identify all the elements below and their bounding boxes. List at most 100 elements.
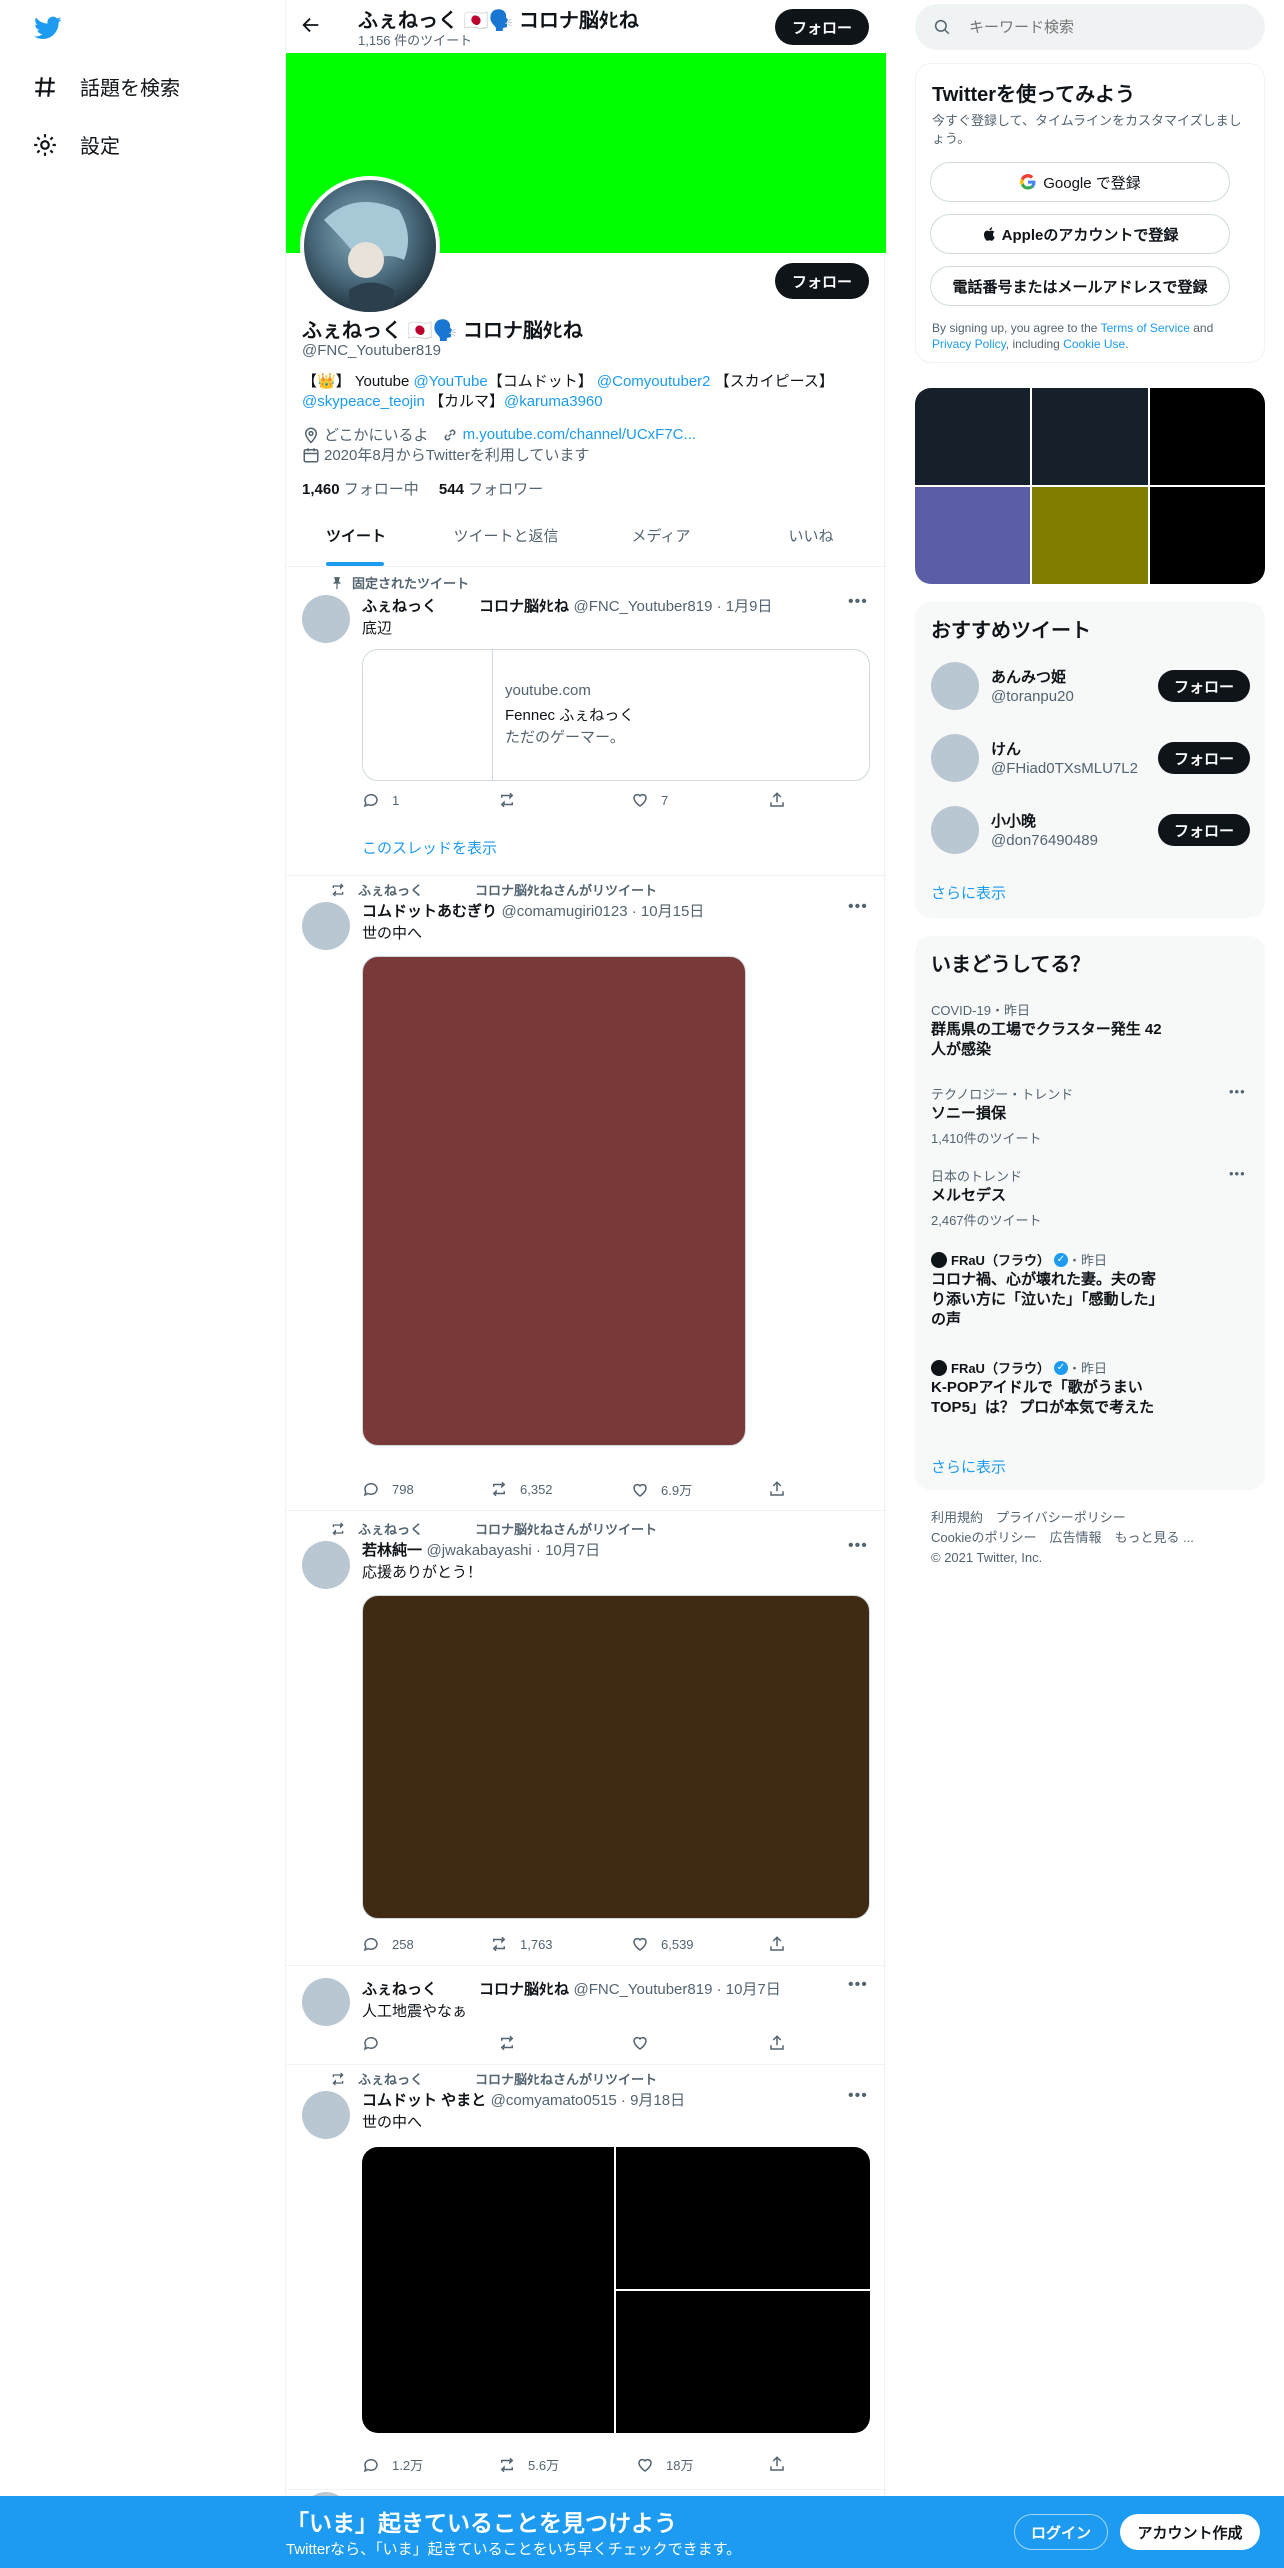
login-button[interactable]: ログイン <box>1014 2514 1108 2550</box>
tweet-retweet-3[interactable]: ふぇねっく コロナ脳ﾀﾋねさんがリツイート コムドット やまと @comyama… <box>286 2065 886 2489</box>
share-button[interactable] <box>768 1935 798 1953</box>
share-button[interactable] <box>768 1480 798 1498</box>
like-button[interactable]: 18万 <box>636 2455 693 2474</box>
like-button[interactable]: 7 <box>631 791 668 809</box>
tweet-author-name[interactable]: ふぇねっく <box>362 1981 437 1998</box>
avatar[interactable] <box>931 806 979 854</box>
bio-mention-youtube[interactable]: @YouTube <box>414 373 488 390</box>
avatar[interactable] <box>931 734 979 782</box>
recommended-user-name[interactable]: けん <box>991 738 1021 759</box>
more-icon[interactable]: ••• <box>848 898 868 916</box>
recommended-follow-button[interactable]: フォロー <box>1158 670 1250 702</box>
like-button[interactable]: 6,539 <box>631 1935 694 1953</box>
media-thumbnail[interactable] <box>1150 487 1265 584</box>
share-button[interactable] <box>768 2034 798 2052</box>
avatar[interactable] <box>931 662 979 710</box>
tweet-author-name[interactable]: ふぇねっく <box>362 598 437 615</box>
tweet-image[interactable] <box>616 2291 870 2433</box>
profile-avatar[interactable] <box>300 176 440 316</box>
more-icon[interactable]: ••• <box>848 1537 868 1555</box>
tweet-retweet-1[interactable]: ふぇねっく コロナ脳ﾀﾋねさんがリツイート コムドットあむぎり @comamug… <box>286 876 886 1510</box>
like-button[interactable]: 6.9万 <box>631 1480 692 1499</box>
reply-button[interactable]: 1.2万 <box>362 2455 423 2474</box>
retweet-button[interactable]: 1,763 <box>490 1935 553 1953</box>
apple-signup-button[interactable]: Appleのアカウントで登録 <box>930 214 1230 254</box>
tweet-image[interactable] <box>362 956 746 1446</box>
tab-replies[interactable]: ツイートと返信 <box>426 504 586 566</box>
following-link[interactable]: 1,460 フォロー中 <box>302 481 419 498</box>
news-item[interactable]: FRaU（フラウ） ✓ ・昨日 コロナ禍、心が壊れた妻。夫の寄り添い方に「泣いた… <box>915 1242 1265 1342</box>
retweet-button[interactable]: 6,352 <box>490 1480 553 1498</box>
tab-tweets[interactable]: ツイート <box>286 504 426 566</box>
share-button[interactable] <box>768 2455 798 2473</box>
media-thumbnail[interactable] <box>1032 487 1148 584</box>
tweet-own[interactable]: ふぇねっく コロナ脳ﾀﾋね @FNC_Youtuber819 · 10月7日 ••… <box>286 1966 886 2064</box>
avatar[interactable] <box>302 595 350 643</box>
more-icon[interactable]: ••• <box>848 1976 868 1994</box>
tweet-author-name[interactable]: 若林純一 <box>362 1542 422 1559</box>
trend-item[interactable]: 日本のトレンド メルセデス 2,467件のツイート ••• <box>915 1158 1265 1238</box>
nav-settings[interactable]: 設定 <box>32 130 120 159</box>
tweet-image[interactable] <box>362 1595 870 1919</box>
avatar[interactable] <box>302 1541 350 1589</box>
recommended-follow-button[interactable]: フォロー <box>1158 814 1250 846</box>
more-icon[interactable]: ••• <box>848 2087 868 2105</box>
footer-links[interactable]: Cookieのポリシー 広告情報 もっと見る ... <box>931 1528 1261 1548</box>
phone-email-signup-button[interactable]: 電話番号またはメールアドレスで登録 <box>930 266 1230 306</box>
bio-mention-skypeace[interactable]: @skypeace_teojin <box>302 393 425 410</box>
avatar[interactable] <box>302 2091 350 2139</box>
media-thumbnail[interactable] <box>1150 388 1265 485</box>
nav-explore[interactable]: 話題を検索 <box>32 72 180 101</box>
recommended-user-name[interactable]: 小小晚 <box>991 810 1036 831</box>
tweet-image[interactable] <box>616 2147 870 2289</box>
footer-links[interactable]: 利用規約 プライバシーポリシー <box>931 1508 1261 1528</box>
bio-mention-karuma[interactable]: @karuma3960 <box>504 393 603 410</box>
reply-button[interactable]: 258 <box>362 1935 414 1953</box>
retweet-button[interactable] <box>498 2034 528 2052</box>
avatar[interactable] <box>302 1978 350 2026</box>
media-thumbnail[interactable] <box>915 388 1030 485</box>
back-arrow-icon[interactable] <box>300 14 324 38</box>
media-thumbnail[interactable] <box>1032 388 1148 485</box>
recommended-follow-button[interactable]: フォロー <box>1158 742 1250 774</box>
like-button[interactable] <box>631 2034 661 2052</box>
more-icon[interactable]: ••• <box>1229 1084 1246 1099</box>
recommended-show-more[interactable]: さらに表示 <box>931 882 1006 903</box>
more-icon[interactable]: ••• <box>848 593 868 611</box>
tweet-author-name[interactable]: コムドットあむぎり <box>362 903 497 920</box>
reply-button[interactable] <box>362 2034 392 2052</box>
tweet-pinned[interactable]: 固定されたツイート ふぇねっく コロナ脳ﾀﾋね @FNC_Youtuber819 … <box>286 567 886 875</box>
bio-mention-comyoutuber[interactable]: @Comyoutuber2 <box>597 373 711 390</box>
privacy-link[interactable]: Privacy Policy <box>932 337 1006 351</box>
trends-show-more[interactable]: さらに表示 <box>931 1456 1006 1477</box>
tweet-author-name[interactable]: コムドット やまと <box>362 2092 486 2109</box>
tab-media[interactable]: メディア <box>586 504 736 566</box>
recommended-user-name[interactable]: あんみつ姫 <box>991 666 1066 687</box>
profile-url-link[interactable]: m.youtube.com/channel/UCxF7C... <box>463 426 696 443</box>
tweet-retweet-2[interactable]: ふぇねっく コロナ脳ﾀﾋねさんがリツイート 若林純一 @jwakabayashi… <box>286 1511 886 1965</box>
search-input[interactable] <box>969 18 1229 36</box>
profile-follow-button[interactable]: フォロー <box>775 263 869 299</box>
terms-link[interactable]: Terms of Service <box>1101 321 1190 335</box>
trend-item[interactable]: COVID-19・昨日 群馬県の工場でクラスター発生 42人が感染 <box>915 992 1265 1080</box>
link-card[interactable]: youtube.com Fennec ふぇねっく ただのゲーマー。 <box>362 649 870 781</box>
cookie-link[interactable]: Cookie Use <box>1063 337 1125 351</box>
signup-button[interactable]: アカウント作成 <box>1120 2514 1260 2550</box>
show-thread-link[interactable]: このスレッドを表示 <box>362 837 497 858</box>
twitter-logo-icon[interactable] <box>32 14 64 47</box>
share-button[interactable] <box>768 791 798 809</box>
reply-button[interactable]: 798 <box>362 1480 414 1498</box>
news-item[interactable]: FRaU（フラウ） ✓ ・昨日 K-POPアイドルで「歌がうまいTOP5」は？ … <box>915 1350 1265 1430</box>
tab-likes[interactable]: いいね <box>736 504 886 566</box>
more-icon[interactable]: ••• <box>1229 1166 1246 1181</box>
media-thumbnail[interactable] <box>915 487 1030 584</box>
reply-button[interactable]: 1 <box>362 791 399 809</box>
header-follow-button[interactable]: フォロー <box>775 9 869 45</box>
retweet-button[interactable] <box>498 791 528 809</box>
avatar[interactable] <box>302 902 350 950</box>
followers-link[interactable]: 544 フォロワー <box>439 481 543 498</box>
search-bar[interactable] <box>915 4 1265 50</box>
tweet-image[interactable] <box>362 2147 614 2433</box>
google-signup-button[interactable]: Google で登録 <box>930 162 1230 202</box>
retweet-button[interactable]: 5.6万 <box>498 2455 559 2474</box>
